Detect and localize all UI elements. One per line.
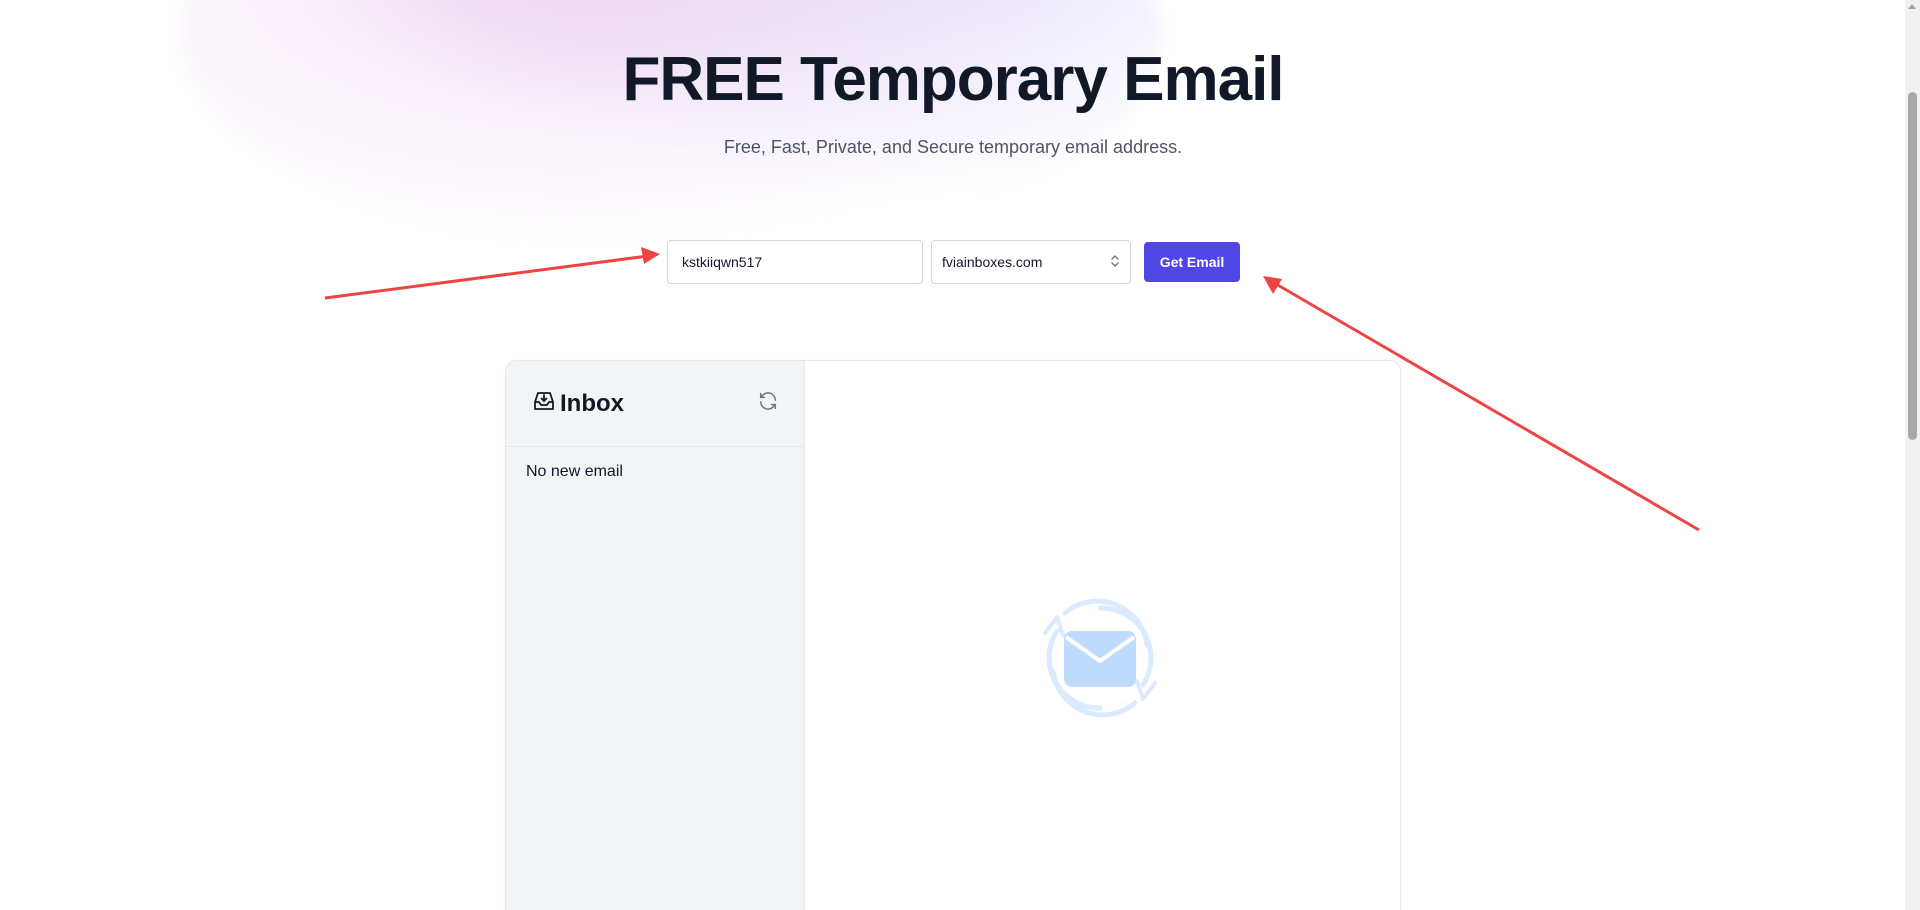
mail-sync-icon bbox=[1035, 593, 1165, 728]
email-form: fviainboxes.com Get Email bbox=[667, 240, 1240, 284]
inbox-sidebar: Inbox No new email bbox=[506, 361, 805, 910]
inbox-header: Inbox bbox=[506, 361, 804, 447]
scroll-up-arrow-icon[interactable] bbox=[1908, 4, 1916, 9]
get-email-button[interactable]: Get Email bbox=[1144, 242, 1240, 282]
mailbox-panel: Inbox No new email bbox=[505, 360, 1401, 910]
chevron-updown-icon bbox=[1110, 253, 1120, 272]
domain-select[interactable]: fviainboxes.com bbox=[931, 240, 1131, 284]
page-subtitle: Free, Fast, Private, and Secure temporar… bbox=[723, 137, 1183, 157]
scrollbar-thumb[interactable] bbox=[1908, 92, 1917, 440]
inbox-icon bbox=[532, 389, 556, 418]
email-reader bbox=[805, 361, 1400, 910]
page-title: FREE Temporary Email bbox=[622, 45, 1284, 114]
page-scrollbar[interactable] bbox=[1905, 0, 1920, 910]
inbox-empty-message: No new email bbox=[526, 463, 623, 480]
page: FREE Temporary Email Free, Fast, Private… bbox=[0, 0, 1920, 910]
domain-select-value: fviainboxes.com bbox=[942, 254, 1043, 270]
annotation-arrow-left bbox=[324, 247, 660, 300]
background-glow bbox=[180, 0, 1160, 250]
inbox-title: Inbox bbox=[560, 389, 624, 417]
refresh-icon[interactable] bbox=[757, 390, 779, 417]
username-input[interactable] bbox=[667, 240, 923, 284]
